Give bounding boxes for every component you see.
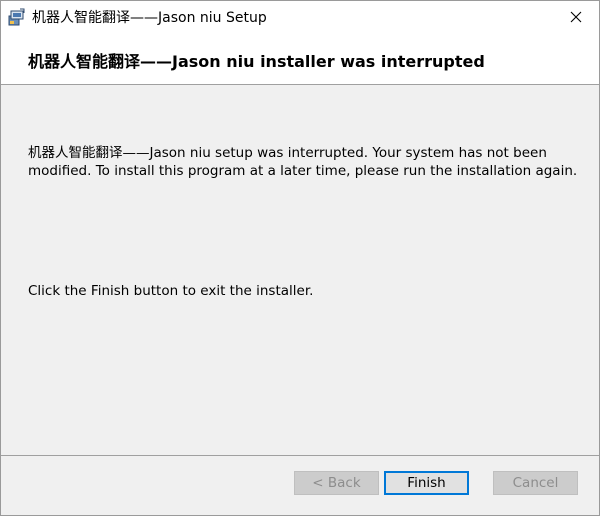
interrupted-message: 机器人智能翻译——Jason niu setup was interrupted… <box>28 145 578 179</box>
close-icon <box>570 11 582 22</box>
window-title: 机器人智能翻译——Jason niu Setup <box>32 10 267 26</box>
title-bar[interactable]: 机器人智能翻译——Jason niu Setup <box>1 1 599 32</box>
page-heading: 机器人智能翻译——Jason niu installer was interru… <box>28 52 485 71</box>
footer-divider <box>1 455 599 456</box>
header-panel: 机器人智能翻译——Jason niu installer was interru… <box>1 32 599 84</box>
finish-button[interactable]: Finish <box>384 471 469 495</box>
finish-instruction: Click the Finish button to exit the inst… <box>28 283 314 299</box>
setup-dialog: 机器人智能翻译——Jason niu Setup 机器人智能翻译——Jason … <box>0 0 600 516</box>
close-button[interactable] <box>553 1 599 32</box>
installer-box-icon <box>8 8 26 26</box>
back-button[interactable]: < Back <box>294 471 379 495</box>
cancel-button[interactable]: Cancel <box>493 471 578 495</box>
header-divider <box>1 84 599 85</box>
